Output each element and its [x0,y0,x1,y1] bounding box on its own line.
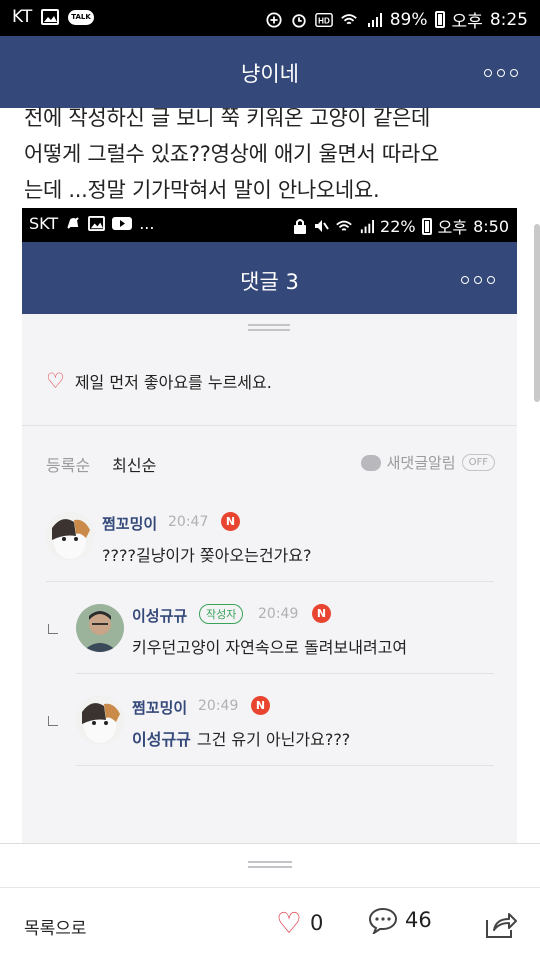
post-line: 는데 ...정말 기가막혀서 말이 안나오네요. [24,178,380,202]
comment-text: 이성규규 그건 유기 아닌가요??? [132,726,350,750]
page-title: 냥이네 [241,62,299,86]
comment-time: 20:47 [168,514,209,530]
back-to-list-button[interactable]: 목록으로 [24,914,87,939]
share-icon[interactable] [484,910,518,940]
new-badge: N [312,604,331,623]
post-line: 어떻게 그럴수 있죠??영상에 애기 울면서 따라오 [24,142,439,166]
post-line: 전에 작성하신 글 보니 쭉 키워온 고양이 같은데 [24,106,431,130]
more-dots-icon[interactable] [484,69,518,77]
notify-toggle[interactable]: OFF [461,454,495,471]
app-header: 냥이네 [0,36,540,108]
mention-link[interactable]: 이성규규 [132,730,191,749]
carrier-label: KT [12,7,33,27]
avatar[interactable] [76,604,124,652]
divider [0,887,540,888]
embedded-battery-percent: 22% [380,216,416,236]
drag-handle[interactable] [248,861,292,871]
comment-text: ????길냥이가 쫒아오는건가요? [102,546,312,565]
embedded-status-bar: SKT ... 22% 오후 8:50 [22,208,517,242]
alarm-icon [292,13,306,28]
post-body: 전에 작성하신 글 보니 쭉 키워온 고양이 같은데 어떻게 그럴수 있죠??영… [24,100,524,208]
scrollbar[interactable] [534,224,540,402]
sort-tabs: 등록순 최신순 [46,452,156,476]
like-prompt-text: 제일 먼저 좋아요를 누르세요. [74,372,272,392]
reply-arrow-icon [48,716,58,726]
embedded-more: ... [139,214,155,233]
like-button[interactable]: ♡ 0 [276,906,323,940]
wifi-icon [336,220,352,231]
signal-icon [360,219,375,233]
talk-icon: TALK [68,9,94,25]
mute-icon [315,220,329,232]
notify-bubble-icon [360,454,381,471]
youtube-icon [112,217,133,230]
reply-item: 이성규규 작성자 20:49 N 키우던고양이 자연속으로 돌려보내려고여 [22,582,517,674]
author-badge: 작성자 [199,604,244,624]
new-badge: N [251,696,270,715]
svg-text:HD: HD [318,16,330,25]
comment-button[interactable]: 46 [368,906,432,934]
add-circle-icon [266,11,282,28]
image-icon [41,9,60,25]
new-badge: N [221,512,240,531]
more-dots-icon[interactable] [461,276,495,284]
reply-item: 쩜꼬밍이 20:49 N 이성규규 그건 유기 아닌가요??? [22,674,517,766]
image-icon [88,216,106,231]
lock-icon [294,219,307,234]
comment-text: 키우던고양이 자연속으로 돌려보내려고여 [132,638,408,657]
embedded-carrier: SKT [29,214,59,233]
comment-bubble-icon [368,907,398,934]
time-period: 오후 [451,12,483,32]
like-prompt-row[interactable]: ♡ 제일 먼저 좋아요를 누르세요. [22,336,517,426]
heart-icon[interactable]: ♡ [46,369,65,393]
battery-icon [434,11,445,28]
new-comment-notify[interactable]: 새댓글알림 OFF [360,452,495,473]
notify-label: 새댓글알림 [386,454,456,472]
like-count: 0 [310,911,324,935]
avatar[interactable] [46,512,94,560]
comments-header: 댓글 3 [22,242,517,314]
comment-text-body: 그건 유기 아닌가요??? [196,730,351,749]
bell-mute-icon [67,216,79,229]
embedded-screenshot: SKT ... 22% 오후 8:50 댓글 3 ♡ 제일 먼저 좋아요를 누르… [22,208,517,844]
status-bar: KT TALK HD 89% 오후 8:25 [0,0,540,36]
avatar[interactable] [76,696,124,744]
comment-author[interactable]: 쩜꼬밍이 [102,513,157,534]
clock: 8:25 [489,9,528,30]
drag-handle[interactable] [248,324,290,334]
sort-oldest-tab[interactable]: 등록순 [46,452,90,476]
reply-arrow-icon [48,624,58,634]
signal-icon [367,12,382,27]
comments-title: 댓글 3 [240,270,299,294]
bottom-bar: 목록으로 ♡ 0 46 [0,843,540,960]
comment-count: 46 [405,908,432,932]
battery-icon [421,217,432,235]
embedded-clock: 8:50 [473,216,509,236]
heart-icon: ♡ [276,906,302,940]
comment-time: 20:49 [258,606,299,622]
comment-time: 20:49 [198,698,239,714]
comment-author[interactable]: 쩜꼬밍이 [132,697,187,718]
hd-icon: HD [314,12,333,27]
sort-newest-tab[interactable]: 최신순 [112,452,156,476]
embedded-time-period: 오후 [437,218,468,237]
comment-item: 쩜꼬밍이 20:47 N ????길냥이가 쫒아오는건가요? [22,490,517,582]
comment-author[interactable]: 이성규규 [132,605,187,626]
wifi-icon [340,13,357,24]
battery-percent: 89% [389,9,428,30]
